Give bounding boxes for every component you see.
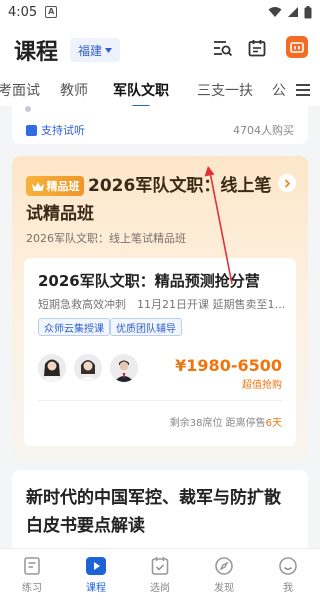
days-remaining: 6天	[265, 418, 282, 429]
live-tv-icon[interactable]	[286, 36, 308, 58]
nav-label: 课程	[86, 583, 106, 594]
chevron-right-icon[interactable]	[278, 174, 296, 192]
previous-course-card[interactable]: 支持试听 4704人购买	[12, 106, 308, 144]
nav-course[interactable]: 课程	[64, 549, 128, 600]
battery-icon	[304, 5, 312, 18]
category-tabs: 考面试 教师 军队文职 三支一扶 公	[0, 74, 320, 106]
article-title: 新时代的中国军控、裁军与防扩散白皮书要点解读	[26, 488, 281, 536]
seats-remaining: 剩余38席位 距离停售6天	[170, 414, 282, 429]
nav-label: 练习	[22, 583, 42, 594]
seats-text: 剩余38席位 距离停售	[169, 418, 266, 429]
course-subtitle: 2026军队文职：线上笔试精品班	[26, 232, 186, 245]
course-play-icon	[85, 555, 107, 577]
teacher-avatar[interactable]	[38, 354, 66, 382]
region-label: 福建	[78, 43, 103, 58]
feature-tag: 众师云集授课	[38, 318, 110, 336]
premium-badge: 精品班	[26, 176, 84, 196]
course-card[interactable]: 2026军队文职：线上笔试精品班 精品班 2026军队文职：线上笔试精品班 20…	[12, 156, 308, 462]
class-title: 2026军队文职：精品预测抢分营	[38, 272, 260, 290]
nav-label: 选岗	[150, 583, 170, 594]
status-bar: 4:05 A	[0, 0, 320, 24]
trial-badge: 支持试听	[26, 122, 85, 138]
nav-label: 我	[283, 583, 293, 594]
teacher-avatar[interactable]	[74, 354, 102, 382]
article-card[interactable]: 新时代的中国军控、裁军与防扩散白皮书要点解读	[12, 470, 308, 548]
status-time: 4:05	[8, 4, 38, 20]
caret-down-icon	[105, 47, 113, 53]
bottom-nav: 练习 课程 选岗 发现 我	[0, 548, 320, 600]
signal-icon	[288, 7, 298, 17]
tab-military-civilian[interactable]: 军队文职	[113, 80, 169, 106]
nav-practice[interactable]: 练习	[0, 549, 64, 600]
schedule-icon[interactable]	[246, 37, 268, 59]
nav-label: 发现	[214, 583, 234, 594]
price-note: 超值抢购	[242, 380, 282, 391]
search-list-icon[interactable]	[212, 37, 234, 59]
nav-profile[interactable]: 我	[256, 549, 320, 600]
nav-position-select[interactable]: 选岗	[128, 549, 192, 600]
trial-label: 支持试听	[41, 124, 85, 137]
class-description: 短期急救高效冲刺 11月21日开课 延期售卖至12...	[38, 298, 288, 311]
course-feed[interactable]: 支持试听 4704人购买 2026军队文职：线上笔试精品班 精品班 2026军队…	[0, 106, 320, 548]
class-offer-card[interactable]: 2026军队文职：精品预测抢分营 短期急救高效冲刺 11月21日开课 延期售卖至…	[24, 258, 296, 446]
tab-sanzhi-yifu[interactable]: 三支一扶	[197, 80, 253, 100]
tab-interview[interactable]: 考面试	[0, 80, 40, 100]
trial-icon	[26, 124, 37, 136]
page-title: 课程	[14, 40, 59, 65]
teacher-avatar[interactable]	[110, 354, 138, 382]
buyer-count: 4704人购买	[233, 124, 294, 137]
notification-icon: A	[45, 6, 58, 18]
position-select-icon	[149, 555, 171, 577]
region-selector[interactable]: 福建	[70, 38, 121, 62]
compass-icon	[213, 555, 235, 577]
wifi-icon	[268, 7, 282, 17]
tab-menu-icon[interactable]	[284, 74, 320, 106]
price-range: ¥1980-6500	[175, 356, 282, 375]
practice-icon	[21, 555, 43, 577]
indicator-dot	[25, 106, 31, 112]
premium-label: 精品班	[46, 180, 80, 193]
nav-discover[interactable]: 发现	[192, 549, 256, 600]
divider	[38, 400, 282, 401]
header: 课程 福建	[0, 24, 320, 74]
tab-teacher[interactable]: 教师	[60, 80, 88, 100]
crown-icon	[31, 181, 44, 191]
status-indicators	[268, 5, 312, 19]
profile-icon	[277, 555, 299, 577]
feature-tag: 优质团队辅导	[110, 318, 182, 336]
